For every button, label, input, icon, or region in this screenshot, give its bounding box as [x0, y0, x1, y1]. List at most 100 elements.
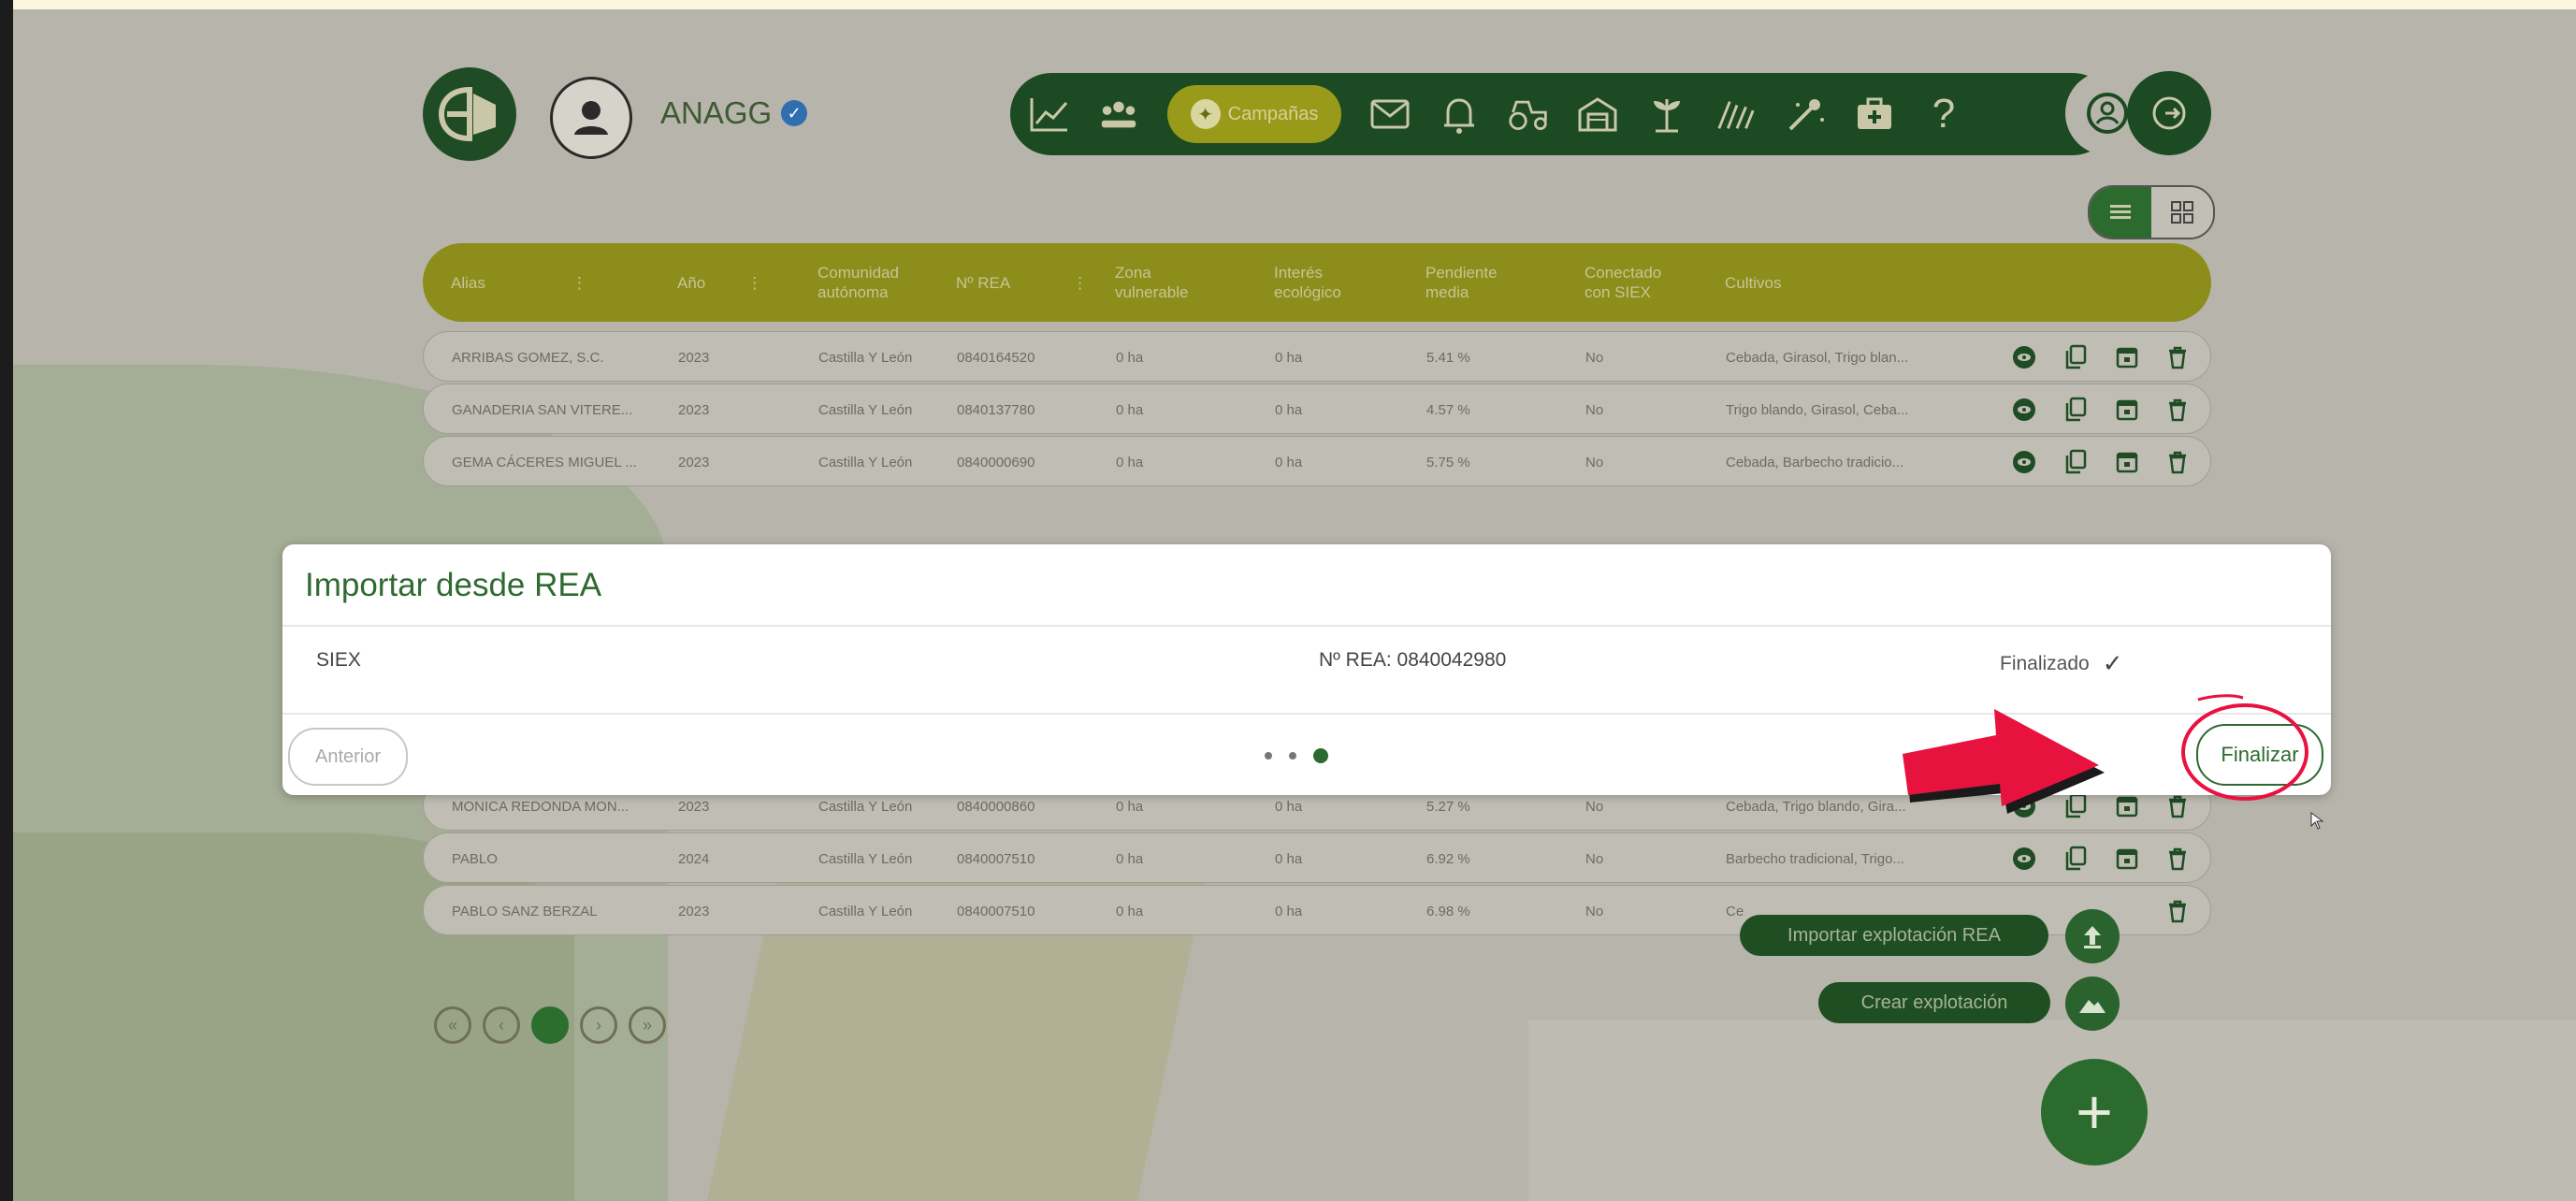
annotation-circle: [2181, 703, 2308, 801]
cell-crops: Cebada, Barbecho tradicio...: [1726, 454, 1904, 470]
cell-siex: No: [1585, 454, 1604, 470]
main-navbar: ✦ Campañas ?: [1010, 73, 2114, 155]
calendar-icon[interactable]: [2115, 450, 2139, 474]
cell-siex: No: [1585, 401, 1604, 418]
logout-button[interactable]: [2127, 71, 2211, 155]
column-header-alias[interactable]: Alias ⋮: [451, 243, 587, 322]
cell-year: 2024: [678, 850, 710, 867]
copy-icon[interactable]: [2064, 344, 2087, 370]
status-text: Finalizado: [2000, 652, 2090, 674]
cell-zone: 0 ha: [1116, 401, 1144, 418]
column-header-eco[interactable]: Interés ecológico: [1274, 243, 1368, 322]
cell-year: 2023: [678, 349, 710, 366]
create-farm-button[interactable]: Crear explotación: [1818, 982, 2050, 1023]
first-page-button[interactable]: «: [434, 1006, 471, 1044]
create-fab-button[interactable]: [2065, 977, 2120, 1031]
plus-icon: +: [2076, 1077, 2113, 1148]
column-header-crops[interactable]: Cultivos: [1725, 243, 1781, 322]
cell-community: Castilla Y León: [818, 903, 913, 919]
grid-view-button[interactable]: [2151, 187, 2213, 238]
cell-eco: 0 ha: [1275, 850, 1303, 867]
calendar-icon[interactable]: [2115, 398, 2139, 422]
import-farm-rea-button[interactable]: Importar explotación REA: [1740, 915, 2048, 956]
cell-rea: 0840164520: [957, 349, 1035, 366]
cell-alias: PABLO: [452, 850, 498, 867]
column-label: Zona vulnerable: [1115, 264, 1189, 301]
copy-icon[interactable]: [2064, 846, 2087, 872]
next-page-button[interactable]: ›: [580, 1006, 617, 1044]
cursor-icon: [2310, 812, 2324, 830]
cell-zone: 0 ha: [1116, 850, 1144, 867]
eye-icon[interactable]: [2012, 398, 2036, 422]
cell-alias: GANADERIA SAN VITERE...: [452, 401, 633, 418]
user-icon: [574, 101, 608, 135]
eye-icon[interactable]: [2012, 345, 2036, 369]
column-header-rea[interactable]: Nº REA ⋮: [956, 243, 1088, 322]
column-header-siex[interactable]: Conectado con SIEX: [1585, 243, 1687, 322]
logout-icon: [2152, 96, 2186, 130]
copy-icon[interactable]: [2064, 449, 2087, 475]
user-name-block[interactable]: ANAGG ✓: [660, 95, 808, 131]
eye-icon[interactable]: [2012, 450, 2036, 474]
mail-icon[interactable]: [1369, 94, 1411, 135]
cell-year: 2023: [678, 454, 710, 470]
calendar-icon[interactable]: [2115, 345, 2139, 369]
column-header-zone[interactable]: Zona vulnerable: [1115, 243, 1208, 322]
column-header-year[interactable]: Año ⋮: [677, 243, 762, 322]
bell-icon[interactable]: [1439, 94, 1480, 135]
cell-rea: 0840000690: [957, 454, 1035, 470]
nav-campaigns-button[interactable]: ✦ Campañas: [1167, 85, 1341, 143]
table-row[interactable]: ARRIBAS GOMEZ, S.C. 2023 Castilla Y León 08…: [423, 331, 2211, 382]
column-header-community[interactable]: Comunidad autónoma: [818, 243, 920, 322]
rea-number: Nº REA: 0840042980: [1319, 649, 1507, 671]
dialog-title: Importar desde REA: [305, 567, 602, 603]
column-header-slope[interactable]: Pendiente media: [1425, 243, 1519, 322]
prev-page-button[interactable]: ‹: [483, 1006, 520, 1044]
cell-rea: 0840007510: [957, 903, 1035, 919]
tractor-icon[interactable]: [1508, 94, 1549, 135]
medkit-icon[interactable]: [1854, 94, 1895, 135]
people-icon[interactable]: [1098, 94, 1139, 135]
user-name: ANAGG: [660, 95, 773, 130]
calendar-icon[interactable]: [2115, 846, 2139, 871]
step-dot: [1289, 752, 1296, 760]
copy-icon[interactable]: [2064, 397, 2087, 423]
table-row[interactable]: GEMA CÁCERES MIGUEL ... 2023 Castilla Y Le…: [423, 436, 2211, 486]
delete-icon[interactable]: [2167, 345, 2188, 369]
previous-button[interactable]: Anterior: [288, 728, 408, 786]
row-actions: [2012, 437, 2188, 487]
delete-icon[interactable]: [2167, 450, 2188, 474]
column-label: Nº REA: [956, 273, 1011, 292]
window-left-border: [0, 0, 13, 1201]
row-actions: [2012, 332, 2188, 383]
cell-alias: PABLO SANZ BERZAL: [452, 903, 598, 919]
cell-community: Castilla Y León: [818, 454, 913, 470]
field-icon[interactable]: [1715, 94, 1757, 135]
add-fab-button[interactable]: +: [2041, 1059, 2148, 1165]
list-icon: [2110, 205, 2131, 219]
delete-icon[interactable]: [2167, 846, 2188, 871]
cell-zone: 0 ha: [1116, 903, 1144, 919]
warehouse-icon[interactable]: [1577, 94, 1618, 135]
cell-eco: 0 ha: [1275, 903, 1303, 919]
plant-icon[interactable]: [1646, 94, 1687, 135]
view-toggle: [2088, 185, 2215, 239]
table-row[interactable]: GANADERIA SAN VITERE... 2023 Castilla Y Le…: [423, 383, 2211, 434]
delete-icon[interactable]: [2167, 899, 2188, 923]
eye-icon[interactable]: [2012, 846, 2036, 871]
user-avatar[interactable]: [550, 77, 632, 159]
import-fab-button[interactable]: [2065, 909, 2120, 963]
import-status: Finalizado ✓: [2000, 649, 2123, 678]
cell-zone: 0 ha: [1116, 349, 1144, 366]
help-icon[interactable]: ?: [1923, 91, 1964, 137]
campaign-icon: ✦: [1190, 99, 1221, 129]
cell-slope: 6.98 %: [1426, 903, 1470, 919]
delete-icon[interactable]: [2167, 398, 2188, 422]
last-page-button[interactable]: »: [629, 1006, 666, 1044]
list-view-button[interactable]: [2090, 187, 2151, 238]
sprayer-icon[interactable]: [1785, 94, 1826, 135]
chart-line-icon[interactable]: [1029, 94, 1070, 135]
cell-siex: No: [1585, 850, 1604, 867]
page-button-current[interactable]: 1: [531, 1006, 569, 1044]
app-logo[interactable]: [423, 67, 516, 161]
